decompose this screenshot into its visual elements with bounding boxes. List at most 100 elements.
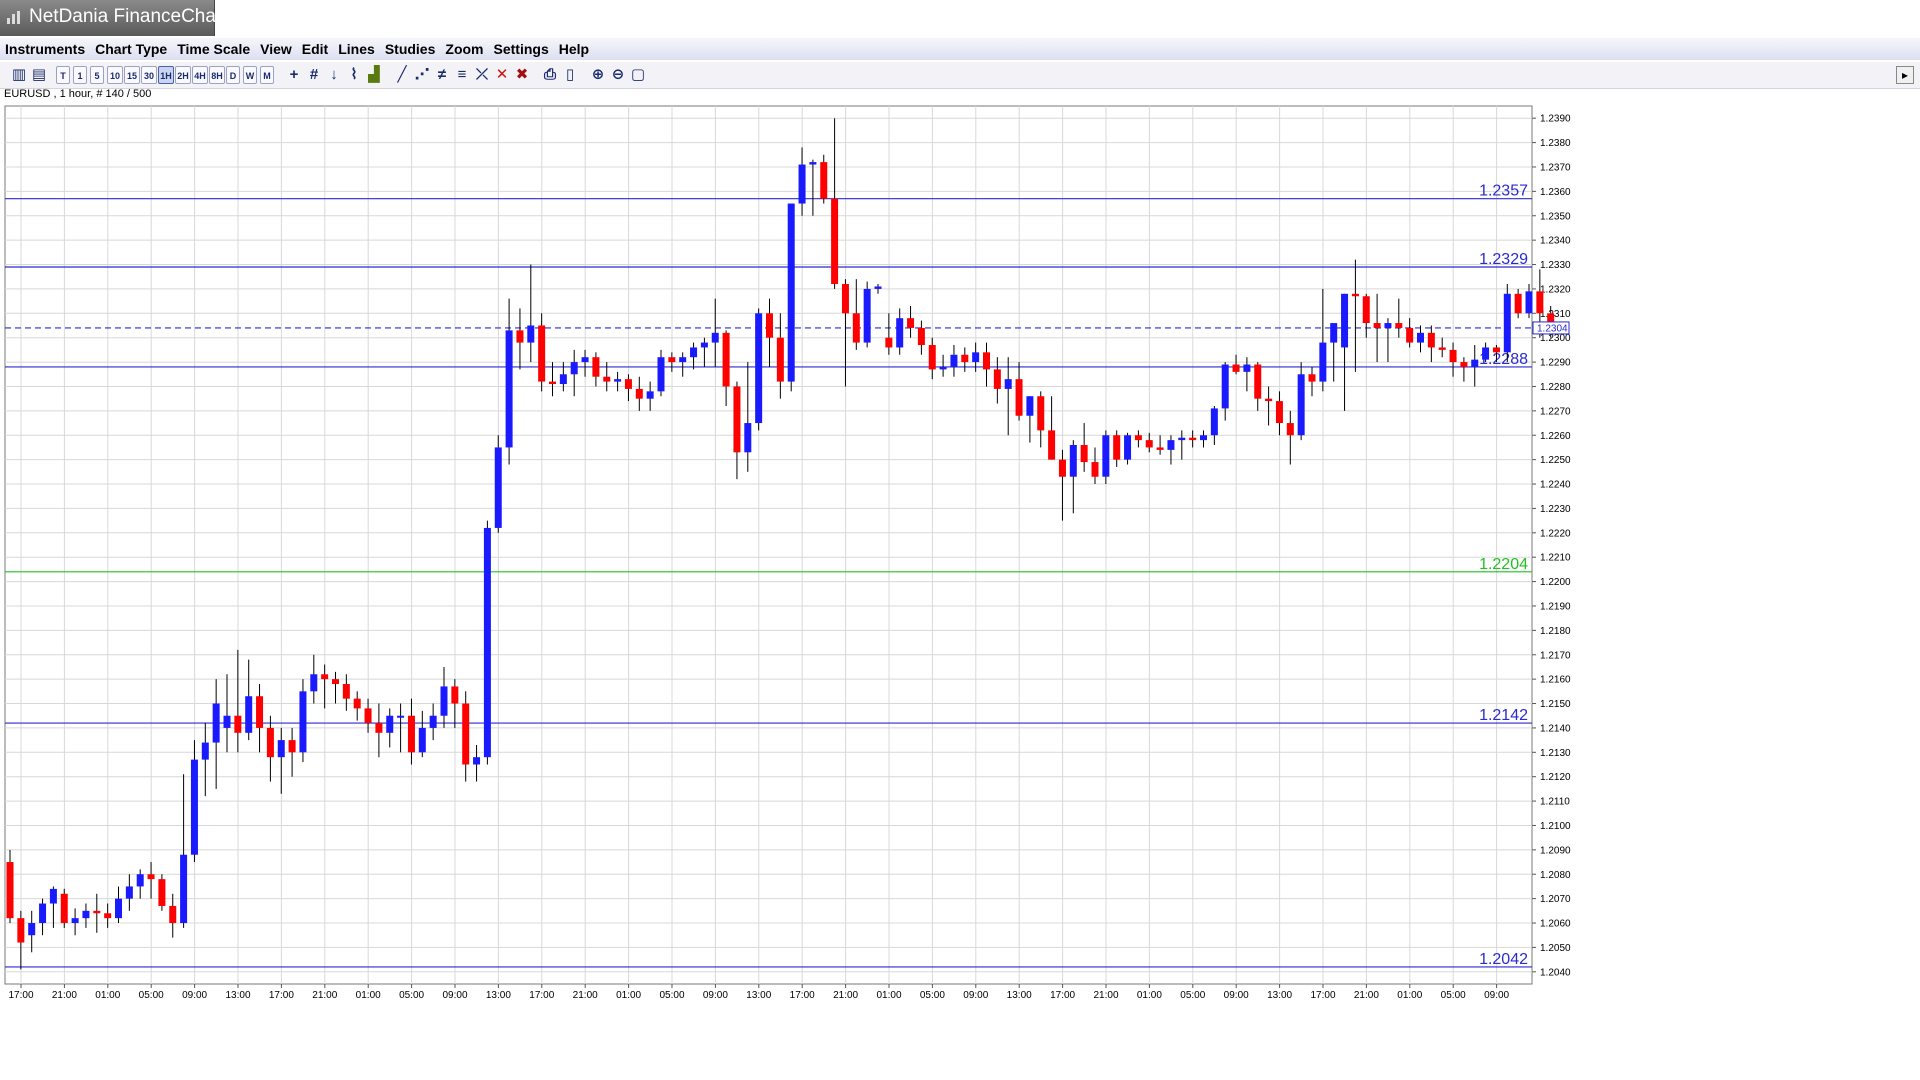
candle-body xyxy=(928,345,936,370)
candle-body xyxy=(885,337,893,348)
x-tick-label: 05:00 xyxy=(399,990,424,1000)
candle-body xyxy=(158,879,166,906)
candle-body xyxy=(397,715,405,718)
candle-body xyxy=(983,352,990,370)
y-tick-label: 1.2230 xyxy=(1540,504,1571,515)
timeframe-m-button[interactable]: M xyxy=(260,66,274,84)
menu-view[interactable]: View xyxy=(255,38,297,58)
candle-body xyxy=(1015,379,1023,416)
toolbar: ▸ ▥ ▤ T 1 5 10 15 30 1H 2H 4H 8H D W M + # ↓ ⌇ ▟ ╱ ⋰ ≠ ≡ ⤫ ✕ ✖ ⎙ ▯ ⊕ ⊖… xyxy=(0,62,1920,89)
arrow-icon[interactable]: ↓ xyxy=(325,66,343,84)
delete-icon[interactable]: ✕ xyxy=(493,66,511,84)
chart-style-icon[interactable]: ▥ xyxy=(10,66,28,84)
menu-zoom[interactable]: Zoom xyxy=(440,38,488,58)
zoom-in-icon[interactable]: ⊕ xyxy=(589,66,607,84)
drawing-tool-icon[interactable]: ⌇ xyxy=(345,66,363,84)
timeframe-1h-button[interactable]: 1H xyxy=(158,66,174,84)
chart-type-icon[interactable]: ▤ xyxy=(30,66,48,84)
timeframe-30-button[interactable]: 30 xyxy=(141,66,157,84)
candle-body xyxy=(1037,396,1045,431)
timeframe-d-button[interactable]: D xyxy=(226,66,240,84)
y-tick-label: 1.2130 xyxy=(1540,748,1571,759)
timeframe-4h-button[interactable]: 4H xyxy=(192,66,208,84)
timeframe-t-button[interactable]: T xyxy=(56,66,70,84)
menu-instruments[interactable]: Instruments xyxy=(0,38,90,58)
fan-icon[interactable]: ⋰ xyxy=(413,66,431,84)
channel-icon[interactable]: ≠ xyxy=(433,66,451,84)
app-title-tab[interactable]: NetDania FinanceChart xyxy=(0,0,228,36)
level-line-label: 1.2204 xyxy=(1479,556,1528,573)
candle-body xyxy=(1156,447,1164,450)
timeframe-15-button[interactable]: 15 xyxy=(124,66,140,84)
panel-toggle-icon[interactable]: ▸ xyxy=(1896,66,1914,84)
trendline-icon[interactable]: ╱ xyxy=(393,66,411,84)
candle-body xyxy=(852,313,860,343)
fibonacci-icon[interactable]: ≡ xyxy=(453,66,471,84)
remove-drawing-icon[interactable]: ⤫ xyxy=(473,66,491,84)
menu-studies[interactable]: Studies xyxy=(380,38,441,58)
timeframe-5-button[interactable]: 5 xyxy=(90,66,104,84)
candle-body xyxy=(733,386,741,453)
y-tick-label: 1.2310 xyxy=(1540,309,1571,320)
timeframe-10-button[interactable]: 10 xyxy=(107,66,123,84)
candle-body xyxy=(1232,364,1240,372)
candle-body xyxy=(321,674,329,680)
print-preview-icon[interactable]: ▯ xyxy=(561,66,579,84)
candle-body xyxy=(245,696,253,733)
timeframe-w-button[interactable]: W xyxy=(243,66,257,84)
delete-all-icon[interactable]: ✖ xyxy=(513,66,531,84)
y-tick-label: 1.2270 xyxy=(1540,406,1571,417)
candle-body xyxy=(505,330,513,448)
studies-icon[interactable]: ▟ xyxy=(365,66,383,84)
zoom-reset-icon[interactable]: ▢ xyxy=(629,66,647,84)
y-tick-label: 1.2260 xyxy=(1540,431,1571,442)
menu-chart-type[interactable]: Chart Type xyxy=(90,38,172,58)
timeframe-1-button[interactable]: 1 xyxy=(73,66,87,84)
timeframe-8h-button[interactable]: 8H xyxy=(209,66,225,84)
menu-help[interactable]: Help xyxy=(554,38,594,58)
candle-body xyxy=(1319,342,1327,382)
candle-body xyxy=(234,715,242,733)
y-tick-label: 1.2350 xyxy=(1540,211,1571,222)
menu-lines[interactable]: Lines xyxy=(333,38,380,58)
candle-body xyxy=(147,874,155,880)
bar-chart-icon xyxy=(7,11,20,24)
print-icon[interactable]: ⎙ xyxy=(541,66,559,84)
y-tick-label: 1.2380 xyxy=(1540,138,1571,149)
candle-body xyxy=(776,337,784,382)
y-tick-label: 1.2180 xyxy=(1540,626,1571,637)
candle-body xyxy=(82,910,90,919)
crosshair-icon[interactable]: + xyxy=(285,66,303,84)
candle-body xyxy=(1134,435,1142,441)
menu-bar: Instruments Chart Type Time Scale View Edit L… xyxy=(0,38,1920,60)
menu-edit[interactable]: Edit xyxy=(297,38,333,58)
candle-body xyxy=(494,447,502,528)
candle-body xyxy=(1395,323,1403,328)
candle-body xyxy=(310,674,318,692)
timeframe-2h-button[interactable]: 2H xyxy=(175,66,191,84)
candle-body xyxy=(1080,445,1088,463)
candle-body xyxy=(538,325,546,382)
menu-settings[interactable]: Settings xyxy=(489,38,554,58)
y-tick-label: 1.2090 xyxy=(1540,845,1571,856)
candle-body xyxy=(136,874,144,887)
y-tick-label: 1.2220 xyxy=(1540,528,1571,539)
x-tick-label: 17:00 xyxy=(1050,990,1075,1000)
candle-body xyxy=(1058,459,1066,477)
y-tick-label: 1.2080 xyxy=(1540,870,1571,881)
price-chart[interactable]: 1.2390 1.2380 1.2370 1.2360 1.2350 1.2340 1.23… xyxy=(0,100,1920,1000)
y-tick-label: 1.2290 xyxy=(1540,358,1571,369)
candle-body xyxy=(1482,347,1490,360)
y-tick-label: 1.2190 xyxy=(1540,601,1571,612)
menu-time-scale[interactable]: Time Scale xyxy=(172,38,255,58)
x-tick-label: 17:00 xyxy=(269,990,294,1000)
candle-body xyxy=(1297,374,1305,436)
candle-body xyxy=(679,357,687,363)
level-line-label: 1.2042 xyxy=(1479,951,1528,968)
zoom-out-icon[interactable]: ⊖ xyxy=(609,66,627,84)
candle-body xyxy=(1189,437,1197,441)
candle-body xyxy=(1525,291,1533,314)
y-tick-label: 1.2060 xyxy=(1540,919,1571,930)
grid-icon[interactable]: # xyxy=(305,66,323,84)
candle-body xyxy=(332,679,339,685)
